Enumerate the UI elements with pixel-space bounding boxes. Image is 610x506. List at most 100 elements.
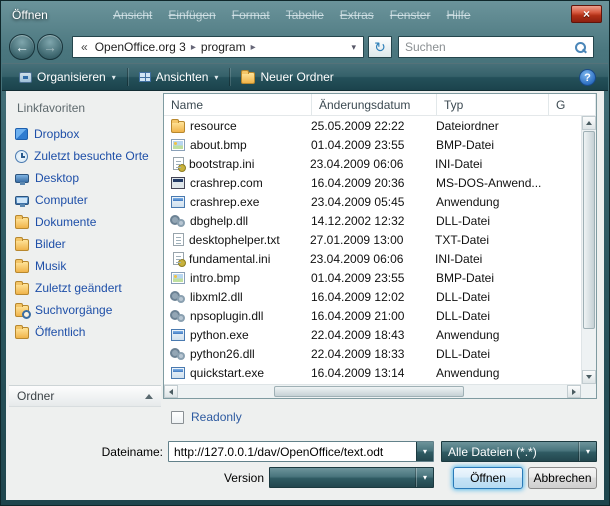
background-menu-item: Einfügen: [168, 8, 215, 22]
readonly-checkbox[interactable]: [171, 411, 184, 424]
close-button[interactable]: ×: [571, 5, 602, 23]
sidebar-item-icon: [15, 305, 29, 317]
file-row[interactable]: libxml2.dll 16.04.2009 12:02 DLL-Datei: [164, 287, 581, 306]
toolbar-separator: [127, 68, 128, 86]
cancel-button[interactable]: Abbrechen: [528, 467, 597, 489]
breadcrumb-separator-icon[interactable]: ▸: [249, 42, 258, 53]
sidebar-item-icon: [15, 217, 29, 229]
file-row[interactable]: fundamental.ini 23.04.2009 06:06 INI-Dat…: [164, 249, 581, 268]
sidebar-item[interactable]: Desktop: [13, 167, 161, 189]
file-rows: resource 25.05.2009 22:22 Dateiordner ab…: [164, 116, 581, 384]
background-menu-item: Ansicht: [113, 8, 152, 22]
file-type: BMP-Datei: [436, 138, 548, 152]
filename-input[interactable]: [169, 445, 416, 459]
search-input[interactable]: [405, 40, 574, 54]
sidebar-item-label: Desktop: [35, 171, 79, 185]
file-row[interactable]: crashrep.com 16.04.2009 20:36 MS-DOS-Anw…: [164, 173, 581, 192]
column-header-type[interactable]: Typ: [437, 94, 549, 115]
command-toolbar: Organisieren ▾ Ansichten ▾ Neuer Ordner …: [2, 63, 608, 91]
breadcrumb-item[interactable]: OpenOffice.org 3: [92, 40, 189, 54]
file-row[interactable]: quickstart.exe 16.04.2009 13:14 Anwendun…: [164, 363, 581, 382]
vertical-scrollbar[interactable]: [581, 116, 596, 384]
background-menu-item: Fenster: [390, 8, 431, 22]
sidebar-item-label: Dropbox: [34, 127, 79, 141]
file-icon: [173, 157, 184, 170]
search-box[interactable]: [398, 36, 594, 58]
back-button[interactable]: ←: [9, 34, 35, 60]
sidebar-item[interactable]: Zuletzt geändert: [13, 277, 161, 299]
file-type: MS-DOS-Anwend...: [436, 176, 548, 190]
back-arrow-icon: ←: [15, 39, 29, 55]
breadcrumb-separator-icon[interactable]: ▸: [189, 42, 198, 53]
file-date: 22.04.2009 18:43: [311, 328, 436, 342]
breadcrumb[interactable]: « OpenOffice.org 3 ▸ program ▸ ▾: [72, 36, 364, 58]
version-dropdown-button[interactable]: ▾: [416, 468, 433, 487]
file-row[interactable]: intro.bmp 01.04.2009 23:55 BMP-Datei: [164, 268, 581, 287]
sidebar-item[interactable]: Dokumente: [13, 211, 161, 233]
file-name: quickstart.exe: [190, 366, 311, 380]
breadcrumb-dropdown-icon[interactable]: ▾: [348, 42, 359, 53]
filetype-dropdown-button[interactable]: ▾: [579, 442, 596, 461]
sidebar-item[interactable]: Dropbox: [13, 123, 161, 145]
folders-expander[interactable]: Ordner: [9, 385, 161, 407]
sidebar-item-icon: [15, 174, 29, 183]
file-name: npsoplugin.dll: [190, 309, 311, 323]
scroll-left-icon: [169, 389, 173, 395]
sidebar-item[interactable]: Suchvorgänge: [13, 299, 161, 321]
help-button[interactable]: ?: [579, 69, 596, 86]
organize-button[interactable]: Organisieren ▾: [10, 66, 125, 88]
filetype-combobox[interactable]: Alle Dateien (*.*) ▾: [441, 441, 597, 462]
file-row[interactable]: resource 25.05.2009 22:22 Dateiordner: [164, 116, 581, 135]
vertical-scroll-thumb[interactable]: [583, 131, 595, 329]
breadcrumb-collapse-icon[interactable]: «: [77, 40, 92, 54]
filename-combobox[interactable]: ▾: [168, 441, 434, 462]
file-icon: [173, 233, 184, 246]
file-icon: [171, 272, 185, 284]
sidebar-item[interactable]: Öffentlich: [13, 321, 161, 343]
file-row[interactable]: crashrep.exe 23.04.2009 05:45 Anwendung: [164, 192, 581, 211]
scroll-right-button[interactable]: [567, 385, 581, 398]
list-header: Name Änderungsdatum Typ G: [164, 94, 596, 116]
scroll-down-button[interactable]: [582, 370, 596, 384]
new-folder-button[interactable]: Neuer Ordner: [232, 66, 342, 88]
file-row[interactable]: npsoplugin.dll 16.04.2009 21:00 DLL-Date…: [164, 306, 581, 325]
column-header-date[interactable]: Änderungsdatum: [312, 94, 437, 115]
file-row[interactable]: bootstrap.ini 23.04.2009 06:06 INI-Datei: [164, 154, 581, 173]
new-folder-label: Neuer Ordner: [260, 70, 333, 84]
file-row[interactable]: dbghelp.dll 14.12.2002 12:32 DLL-Datei: [164, 211, 581, 230]
file-icon: [171, 215, 185, 227]
scroll-left-button[interactable]: [164, 385, 178, 398]
file-date: 16.04.2009 21:00: [311, 309, 436, 323]
scroll-up-button[interactable]: [582, 116, 596, 130]
horizontal-scrollbar[interactable]: [164, 384, 581, 398]
sidebar-item[interactable]: Zuletzt besuchte Orte: [13, 145, 161, 167]
file-icon: [171, 329, 185, 341]
file-list-panel: Name Änderungsdatum Typ G resource 25.05…: [163, 93, 597, 399]
file-name: dbghelp.dll: [190, 214, 311, 228]
search-icon[interactable]: [574, 41, 587, 54]
sidebar-item[interactable]: Bilder: [13, 233, 161, 255]
views-button[interactable]: Ansichten ▾: [130, 66, 228, 88]
open-button[interactable]: Öffnen: [453, 467, 523, 489]
forward-button[interactable]: →: [37, 34, 63, 60]
refresh-button[interactable]: ↻: [368, 36, 392, 58]
file-row[interactable]: python26.dll 22.04.2009 18:33 DLL-Datei: [164, 344, 581, 363]
sidebar-item-icon: [15, 150, 28, 163]
file-row[interactable]: python.exe 22.04.2009 18:43 Anwendung: [164, 325, 581, 344]
breadcrumb-item[interactable]: program: [198, 40, 249, 54]
file-name: resource: [190, 119, 311, 133]
titlebar: Öffnen AnsichtEinfügenFormatTabelleExtra…: [1, 1, 609, 29]
sidebar-item[interactable]: Computer: [13, 189, 161, 211]
filename-dropdown-button[interactable]: ▾: [416, 442, 433, 461]
column-header-size[interactable]: G: [549, 94, 596, 115]
column-header-name[interactable]: Name: [164, 94, 312, 115]
sidebar-item-icon: [15, 128, 28, 140]
sidebar-item[interactable]: Musik: [13, 255, 161, 277]
file-type: DLL-Datei: [436, 214, 548, 228]
file-row[interactable]: desktophelper.txt 27.01.2009 13:00 TXT-D…: [164, 230, 581, 249]
forward-arrow-icon: →: [43, 39, 57, 55]
file-row[interactable]: about.bmp 01.04.2009 23:55 BMP-Datei: [164, 135, 581, 154]
horizontal-scroll-thumb[interactable]: [274, 386, 464, 397]
version-combobox[interactable]: ▾: [269, 467, 434, 488]
close-icon: ×: [583, 7, 590, 21]
